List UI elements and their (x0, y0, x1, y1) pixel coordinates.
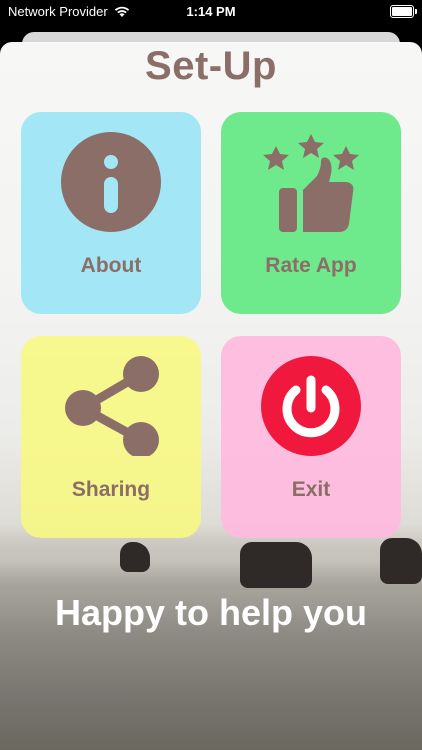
sharing-button[interactable]: Sharing (21, 336, 201, 538)
cow-image (380, 538, 422, 584)
tagline: Happy to help you (54, 592, 367, 633)
about-label: About (80, 254, 142, 277)
info-icon (61, 132, 161, 232)
share-icon (65, 356, 159, 456)
cow-image (120, 542, 150, 572)
page-title: Set-Up (145, 44, 277, 88)
cow-image (240, 542, 312, 588)
exit-label: Exit (291, 478, 331, 501)
rate-stars-thumbs-up-icon (263, 134, 359, 232)
rate-app-button[interactable]: Rate App (221, 112, 401, 314)
battery-icon (390, 5, 417, 18)
about-button[interactable]: About (21, 112, 201, 314)
status-bar: Network Provider 1:14 PM (0, 0, 422, 24)
sharing-label: Sharing (71, 478, 151, 501)
power-icon (261, 356, 361, 456)
exit-button[interactable]: Exit (221, 336, 401, 538)
status-time: 1:14 PM (186, 4, 236, 19)
setup-sheet: Set-Up About Rate App Sharing Exit Happy… (0, 42, 422, 750)
rate-app-label: Rate App (265, 254, 357, 277)
fog (0, 530, 422, 590)
